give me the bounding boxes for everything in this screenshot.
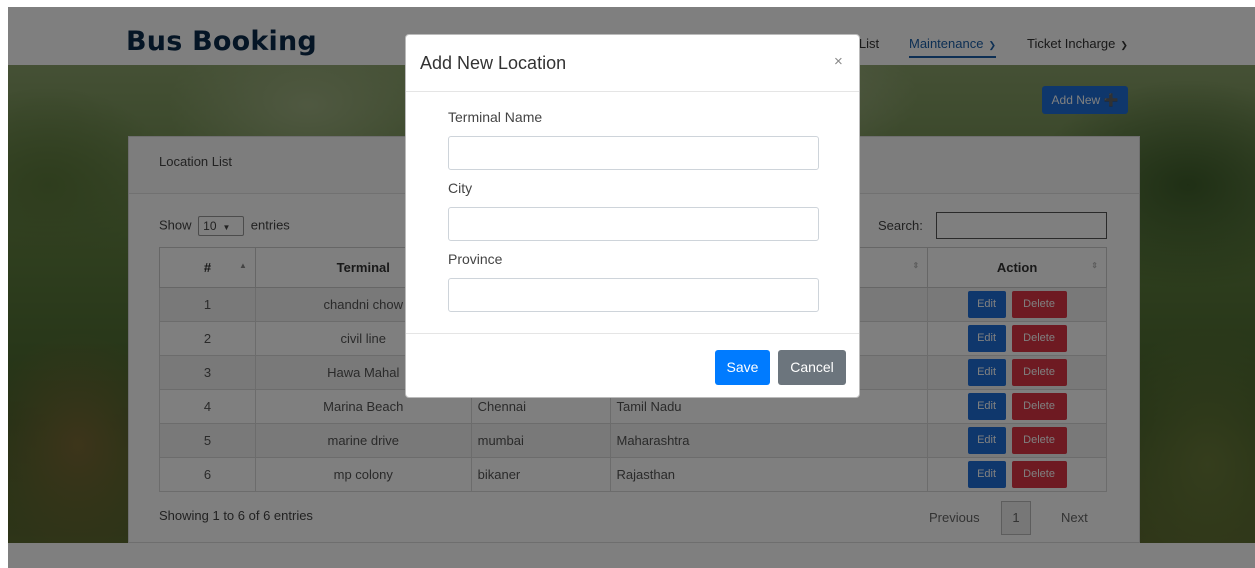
province-input[interactable] xyxy=(448,278,819,312)
city-input[interactable] xyxy=(448,207,819,241)
modal-title: Add New Location xyxy=(420,53,567,73)
modal-footer-divider xyxy=(406,333,859,334)
close-icon[interactable]: × xyxy=(834,53,843,70)
terminal-name-input[interactable] xyxy=(448,136,819,170)
modal-header: Add New Location × xyxy=(406,35,859,92)
add-location-modal: Add New Location × Terminal Name City Pr… xyxy=(405,34,860,398)
province-label: Province xyxy=(448,251,503,267)
city-label: City xyxy=(448,180,473,196)
cancel-button[interactable]: Cancel xyxy=(778,350,846,385)
terminal-name-label: Terminal Name xyxy=(448,109,543,125)
save-button[interactable]: Save xyxy=(715,350,770,385)
